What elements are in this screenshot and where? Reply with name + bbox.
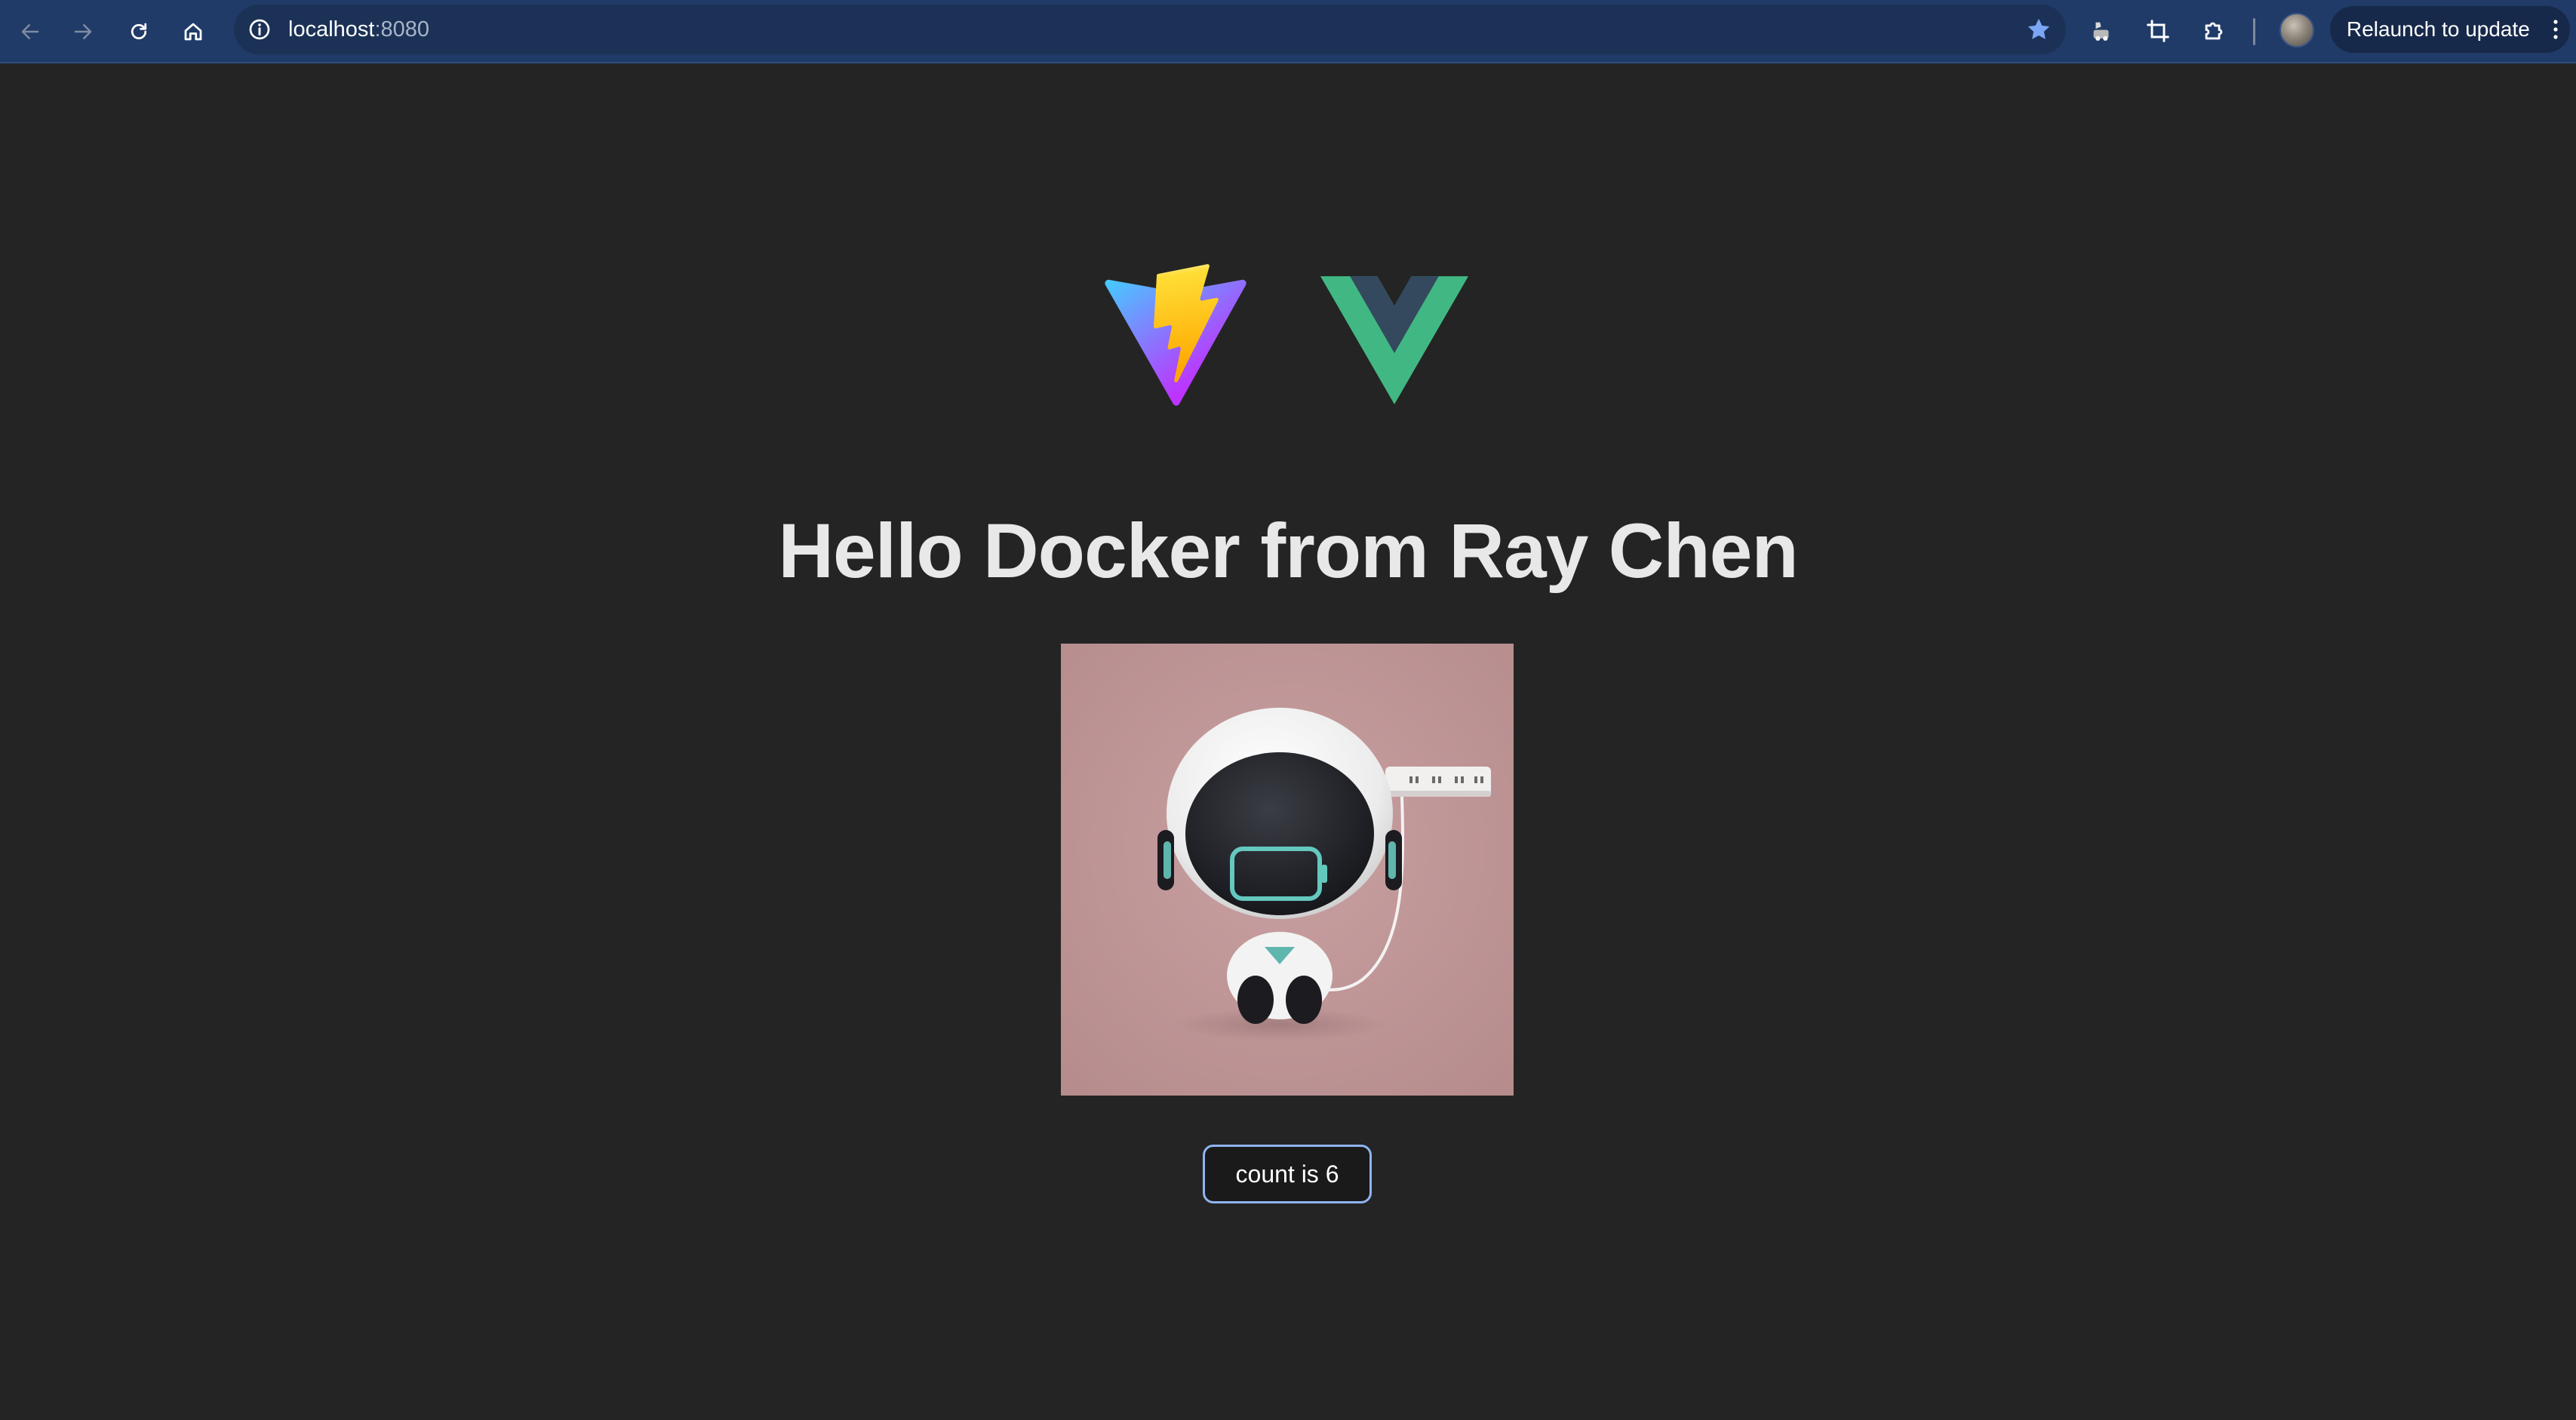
page-heading: Hello Docker from Ray Chen	[778, 508, 1798, 594]
relaunch-label: Relaunch to update	[2347, 17, 2530, 41]
browser-toolbar: localhost:8080 Relaunch to update	[0, 0, 2576, 63]
extensions-icon	[2205, 22, 2223, 40]
count-button[interactable]: count is 6	[1203, 1145, 1372, 1203]
screenshot-button[interactable]	[2140, 13, 2176, 49]
url-text[interactable]: localhost:8080	[288, 5, 429, 54]
address-bar[interactable]: localhost:8080	[234, 5, 2066, 54]
url-port: :8080	[374, 17, 430, 41]
tab-search-icon	[2093, 22, 2109, 41]
relaunch-to-update-button[interactable]: Relaunch to update	[2330, 6, 2570, 53]
reload-button[interactable]	[118, 11, 160, 53]
site-info-icon[interactable]	[247, 17, 272, 41]
tab-search-button[interactable]	[2084, 13, 2120, 49]
more-menu-icon[interactable]	[2552, 19, 2559, 40]
url-host: localhost	[288, 17, 375, 41]
home-icon	[184, 23, 202, 41]
home-button[interactable]	[172, 11, 214, 53]
bookmark-star-icon[interactable]	[2025, 16, 2052, 43]
robot-charging-photo	[1061, 644, 1514, 1096]
screenshot-icon	[2147, 20, 2169, 42]
extensions-button[interactable]	[2196, 13, 2232, 49]
back-arrow-icon	[21, 24, 39, 39]
forward-arrow-icon	[74, 24, 92, 39]
back-button[interactable]	[9, 11, 51, 53]
vue-logo[interactable]	[1320, 276, 1468, 404]
toolbar-divider	[2253, 18, 2255, 45]
reload-icon	[131, 23, 147, 40]
profile-avatar[interactable]	[2279, 13, 2314, 48]
vite-logo[interactable]	[1102, 263, 1250, 410]
forward-button[interactable]	[62, 11, 104, 53]
